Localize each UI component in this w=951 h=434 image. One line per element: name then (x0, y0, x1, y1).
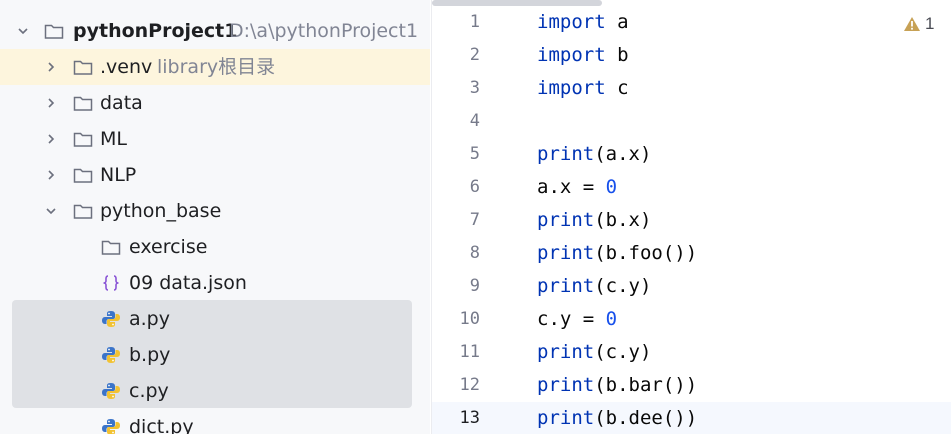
code-token: print (537, 407, 595, 429)
tree-item-nlp[interactable]: NLP (0, 157, 430, 193)
tree-item-venv[interactable]: .venv library根目录 (0, 49, 430, 85)
line-number: 11 (459, 342, 480, 362)
code-line[interactable]: print(c.y) (537, 270, 651, 303)
code-token: 0 (605, 308, 618, 330)
code-token: print (537, 341, 595, 363)
folder-icon (73, 168, 93, 183)
folder-icon (73, 96, 93, 111)
folder-icon (73, 132, 93, 147)
chevron-right-icon[interactable] (45, 133, 57, 145)
line-number: 5 (469, 144, 480, 164)
code-line[interactable]: import a (537, 6, 629, 39)
tree-item-label: data (100, 92, 143, 114)
python-file-icon (102, 383, 120, 399)
code-token: c.y = (537, 308, 606, 330)
python-file-icon (102, 311, 120, 327)
tree-item-label: dict.py (129, 416, 194, 434)
code-token: a.x = (537, 176, 606, 198)
code-editor[interactable]: 1 1 2 3 4 5 6 7 8 9 10 11 12 13 import a import b impo… (431, 0, 951, 434)
code-token: print (537, 374, 595, 396)
code-token: (a.x) (594, 143, 652, 165)
tree-item-label: .venv (100, 56, 153, 78)
warning-count: 1 (925, 14, 935, 33)
code-line[interactable]: a.x = 0 (537, 171, 617, 204)
chevron-right-icon[interactable] (45, 97, 57, 109)
tree-item-project-root[interactable]: pythonProject1 D:\a\pythonProject1 (0, 13, 430, 49)
tree-item-ml[interactable]: ML (0, 121, 430, 157)
tree-item-label: a.py (129, 308, 170, 330)
code-token: (b.foo()) (594, 242, 698, 264)
chevron-down-icon[interactable] (17, 25, 29, 37)
python-file-icon (102, 347, 120, 363)
folder-icon (73, 204, 93, 219)
code-token: a (605, 11, 629, 33)
tree-item-label: python_base (100, 200, 222, 222)
folder-icon (101, 240, 121, 255)
folder-icon (73, 60, 93, 75)
code-line[interactable]: print(b.bar()) (537, 369, 697, 402)
tree-item-label: pythonProject1 (73, 20, 238, 42)
tree-item-label: exercise (129, 236, 208, 258)
tree-item-data-json[interactable]: 09 data.json (0, 265, 430, 301)
chevron-right-icon[interactable] (45, 169, 57, 181)
tree-item-python-base[interactable]: python_base (0, 193, 430, 229)
line-number: 1 (469, 12, 480, 32)
code-line[interactable]: print(a.x) (537, 138, 651, 171)
code-line[interactable]: import b (537, 39, 629, 72)
code-line[interactable]: import c (537, 72, 629, 105)
line-number: 8 (469, 243, 480, 263)
code-token: print (537, 209, 595, 231)
line-number: 9 (469, 276, 480, 296)
code-token: import (537, 11, 606, 33)
code-token: b (605, 44, 629, 66)
line-number: 6 (469, 177, 480, 197)
tree-item-label: c.py (129, 380, 169, 402)
project-path: D:\a\pythonProject1 (229, 20, 419, 42)
library-root-hint: library根目录 (157, 56, 276, 78)
line-number: 12 (459, 375, 480, 395)
code-token: print (537, 143, 595, 165)
tree-item-dict-py[interactable]: dict.py (0, 409, 430, 434)
code-token: (c.y) (594, 341, 652, 363)
code-token: print (537, 275, 595, 297)
code-line[interactable]: c.y = 0 (537, 303, 617, 336)
warning-icon (904, 17, 920, 31)
chevron-right-icon[interactable] (45, 61, 57, 73)
code-token: print (537, 242, 595, 264)
tree-item-label: ML (100, 128, 127, 150)
line-number: 3 (469, 78, 480, 98)
code-token: (b.x) (594, 209, 652, 231)
tree-item-exercise[interactable]: exercise (0, 229, 430, 265)
line-number: 2 (469, 45, 480, 65)
code-token: (b.bar()) (594, 374, 698, 396)
code-token: 0 (605, 176, 618, 198)
tree-item-data[interactable]: data (0, 85, 430, 121)
line-number: 7 (469, 210, 480, 230)
tree-item-a-py[interactable]: a.py (0, 301, 430, 337)
code-line[interactable]: print(b.dee()) (537, 402, 697, 434)
python-file-icon (102, 419, 120, 434)
line-number: 10 (459, 309, 480, 329)
code-token: import (537, 44, 606, 66)
project-tree-panel: pythonProject1 D:\a\pythonProject1 .venv… (0, 0, 430, 434)
tree-item-c-py[interactable]: c.py (0, 373, 430, 409)
code-token: (b.dee()) (594, 407, 698, 429)
tree-item-b-py[interactable]: b.py (0, 337, 430, 373)
inspection-widget[interactable]: 1 (903, 12, 934, 36)
code-token: c (605, 77, 629, 99)
tree-item-label: 09 data.json (129, 272, 247, 294)
code-token: (c.y) (594, 275, 652, 297)
folder-icon (44, 24, 64, 39)
line-number: 13 (459, 408, 480, 428)
tree-item-label: NLP (100, 164, 137, 186)
code-token: import (537, 77, 606, 99)
chevron-down-icon[interactable] (45, 205, 57, 217)
code-line[interactable]: print(b.foo()) (537, 237, 697, 270)
code-line[interactable]: print(c.y) (537, 336, 651, 369)
tree-item-label: b.py (129, 344, 171, 366)
code-line[interactable]: print(b.x) (537, 204, 651, 237)
line-number: 4 (469, 111, 480, 131)
json-file-icon (103, 275, 119, 291)
